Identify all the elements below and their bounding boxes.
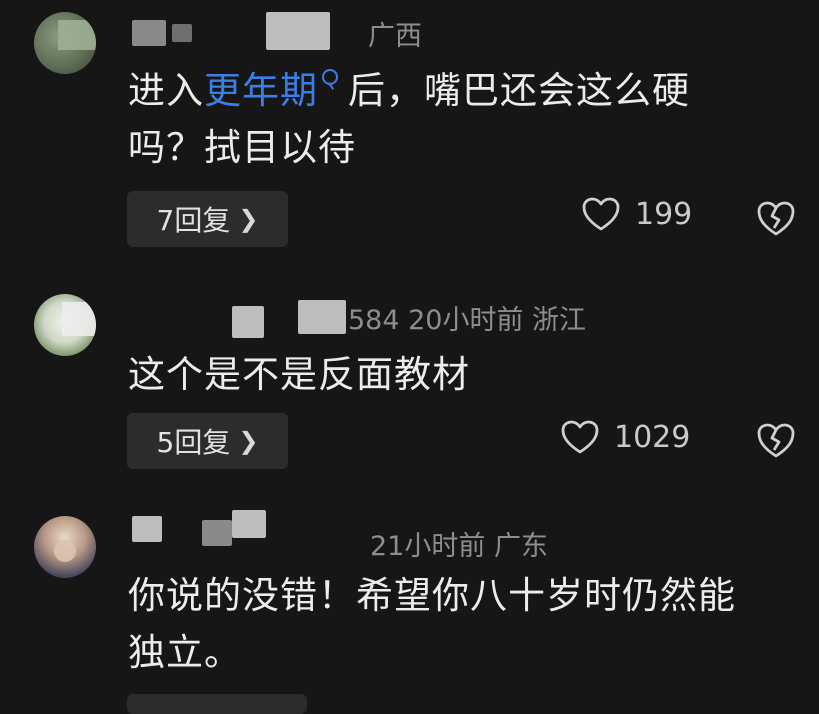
dislike-button[interactable] — [755, 199, 797, 241]
location-label: 广西 — [368, 21, 422, 52]
like-button[interactable]: 199 — [581, 196, 692, 232]
avatar[interactable] — [34, 294, 96, 356]
dislike-button[interactable] — [755, 421, 797, 463]
username-redaction — [132, 516, 162, 542]
chevron-right-icon: ❯ — [238, 427, 259, 455]
username-redaction — [132, 20, 166, 46]
username-redaction — [298, 300, 346, 334]
meta-text: 584 20小时前 浙江 — [348, 305, 587, 336]
username-redaction — [172, 24, 192, 42]
replies-button[interactable]: 5回复 ❯ — [127, 413, 288, 469]
chevron-right-icon: ❯ — [238, 205, 259, 233]
username-redaction — [202, 520, 232, 546]
replies-button[interactable] — [127, 694, 307, 714]
comment-content: 进入更年期 后，嘴巴还会这么硬 吗？拭目以待 — [128, 69, 690, 169]
comment-item: 广西 进入更年期 后，嘴巴还会这么硬 吗？拭目以待 7回复 ❯ 199 — [0, 0, 819, 260]
avatar[interactable] — [34, 516, 96, 578]
avatar[interactable] — [34, 12, 96, 74]
replies-label: 7回复 — [156, 204, 231, 237]
replies-button[interactable]: 7回复 ❯ — [127, 191, 288, 247]
username-redaction — [232, 510, 266, 538]
comment-item: 21小时前 广东 你说的没错！希望你八十岁时仍然能 独立。 — [0, 500, 819, 704]
username-redaction — [266, 12, 330, 50]
comment-item: 584 20小时前 浙江 这个是不是反面教材 5回复 ❯ 1029 — [0, 280, 819, 490]
search-icon[interactable] — [322, 69, 338, 85]
comment-meta: 广西 — [128, 12, 528, 52]
broken-heart-icon — [757, 423, 795, 458]
username-redaction — [232, 306, 264, 338]
meta-text: 21小时前 广东 — [370, 531, 548, 562]
comment-content: 这个是不是反面教材 — [128, 353, 470, 396]
comment-meta: 584 20小时前 浙江 — [128, 294, 748, 338]
broken-heart-icon — [757, 201, 795, 236]
replies-label: 5回复 — [156, 426, 231, 459]
heart-icon — [561, 420, 599, 454]
like-count: 1029 — [614, 419, 691, 455]
comment-content: 你说的没错！希望你八十岁时仍然能 独立。 — [128, 574, 736, 674]
like-count: 199 — [635, 196, 693, 232]
heart-icon — [582, 197, 620, 231]
comment-meta: 21小时前 广东 — [128, 508, 648, 562]
keyword-link[interactable]: 更年期 — [204, 69, 318, 112]
like-button[interactable]: 1029 — [560, 419, 690, 455]
